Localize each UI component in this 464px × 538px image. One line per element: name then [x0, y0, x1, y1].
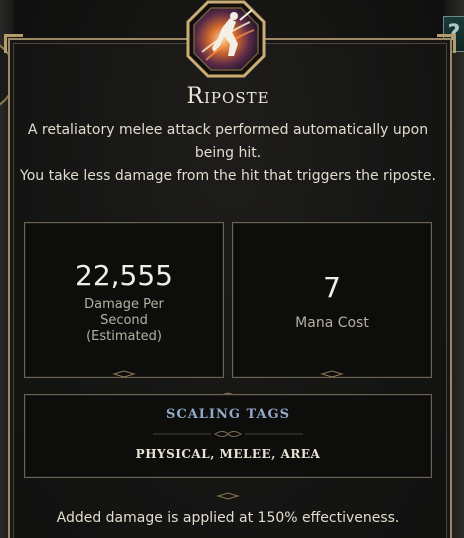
scaling-tag: AREA [280, 447, 321, 461]
scaling-tags-box: SCALING TAGS PHYSICAL, MELEE, AREA [24, 394, 432, 478]
scaling-tags-title: SCALING TAGS [165, 407, 291, 422]
box-ornament-bottom-left [112, 370, 136, 378]
skill-description: A retaliatory melee attack performed aut… [20, 119, 436, 188]
mana-value: 7 [323, 271, 341, 304]
damage-stat-box: 22,555 Damage Per Second (Estimated) [24, 222, 224, 378]
description-line: You take less damage from the hit that t… [20, 168, 436, 184]
damage-label-line2: Second [100, 313, 148, 328]
tooltip-scene: ? Riposte A retaliatory melee attack [0, 0, 464, 538]
damage-value: 22,555 [75, 259, 173, 292]
tags-divider-ornament [153, 431, 303, 437]
riposte-sword-figure-icon [184, 0, 268, 78]
footer-ornament [216, 492, 240, 500]
scaling-tag: PHYSICAL [135, 447, 211, 461]
mana-stat-box: 7 Mana Cost [232, 222, 432, 378]
effectiveness-note: Added damage is applied at 150% effectiv… [56, 510, 400, 526]
mana-label: Mana Cost [295, 315, 369, 331]
scaling-tag: MELEE [219, 447, 272, 461]
scaling-tags-list: PHYSICAL, MELEE, AREA [135, 447, 321, 461]
box-ornament-bottom-right [320, 370, 344, 378]
damage-label-line3: (Estimated) [86, 329, 162, 344]
skill-title: Riposte [186, 84, 270, 109]
damage-label-line1: Damage Per [84, 297, 164, 312]
description-line: A retaliatory melee attack performed aut… [27, 122, 429, 161]
